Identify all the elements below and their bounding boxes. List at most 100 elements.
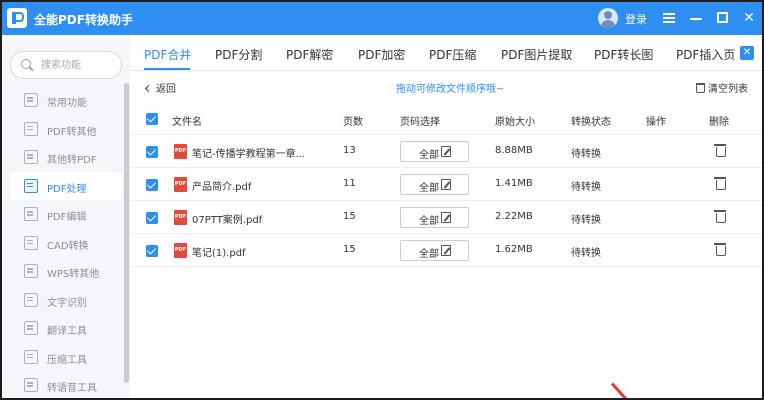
convert-status: 待转换 (571, 248, 601, 259)
sidebar-item-label: PDF处理 (47, 183, 87, 195)
app-window: 全能PDF转换助手 登录 ✕ 常用功能 PDF转其他 其他转PDF (0, 0, 764, 400)
ocr-icon (24, 292, 38, 307)
file-name: 07PTT案例.pdf (192, 215, 263, 226)
star-icon (24, 93, 38, 107)
title-bar: 全能PDF转换助手 登录 ✕ (2, 2, 762, 35)
back-label: 返回 (156, 84, 176, 95)
delete-icon[interactable] (714, 243, 726, 256)
search-input[interactable] (41, 57, 117, 73)
search-icon (21, 59, 33, 71)
table-row[interactable]: 产品简介.pdf 11 全部 1.41MB 待转换 (130, 168, 762, 201)
tab-pdf-insert-page[interactable]: PDF插入页 (676, 46, 735, 63)
app-title: 全能PDF转换助手 (34, 13, 133, 27)
sidebar-item-cad[interactable]: CAD转换 (10, 229, 122, 258)
delete-icon[interactable] (714, 177, 726, 190)
file-name: 笔记(1).pdf (192, 248, 246, 259)
sidebar-item-ocr[interactable]: 文字识别 (10, 286, 122, 315)
sidebar-item-pdf-process[interactable]: PDF处理 (10, 171, 122, 200)
col-pages: 页数 (343, 117, 363, 128)
active-tab-indicator (144, 68, 190, 70)
minimize-icon[interactable] (686, 8, 706, 28)
tool-tabs: PDF合并 PDF分割 PDF解密 PDF加密 PDF压缩 PDF图片提取 PD… (130, 35, 762, 71)
row-checkbox[interactable] (146, 146, 158, 158)
tab-pdf-compress[interactable]: PDF压缩 (429, 46, 476, 63)
edit-icon (441, 146, 451, 157)
sidebar-item-pdf-to-other[interactable]: PDF转其他 (10, 115, 122, 144)
file-size: 2.22MB (495, 211, 533, 222)
pdf-file-icon (174, 210, 187, 225)
sidebar-item-wps[interactable]: WPS转其他 (10, 257, 122, 286)
row-checkbox[interactable] (146, 212, 158, 224)
sidebar-nav: 常用功能 PDF转其他 其他转PDF PDF处理 PDF编辑 CAD转换 WPS… (10, 86, 122, 398)
pdf-export-icon (24, 121, 38, 136)
sidebar-item-label: WPS转其他 (47, 269, 100, 280)
pdf-import-icon (24, 150, 38, 164)
table-row[interactable]: 笔记(1).pdf 15 全部 1.62MB 待转换 (130, 234, 762, 267)
compress-icon (24, 349, 38, 364)
sidebar-item-pdf-edit[interactable]: PDF编辑 (10, 200, 122, 229)
file-name: 产品简介.pdf (192, 182, 252, 193)
sidebar-item-translate[interactable]: 翻译工具 (10, 314, 122, 343)
tab-pdf-decrypt[interactable]: PDF解密 (286, 46, 333, 63)
close-icon[interactable]: ✕ (739, 8, 759, 28)
page-count: 11 (343, 178, 356, 189)
sidebar-item-label: CAD转换 (47, 240, 89, 252)
sidebar-item-label: 文字识别 (47, 297, 87, 309)
main-panel: PDF合并 PDF分割 PDF解密 PDF加密 PDF压缩 PDF图片提取 PD… (130, 35, 762, 398)
pdf-file-icon (174, 177, 187, 192)
wps-icon (24, 264, 38, 278)
app-logo-icon (7, 8, 27, 28)
sidebar-scrollbar[interactable] (124, 83, 129, 383)
user-avatar-icon[interactable] (598, 8, 618, 28)
sidebar-item-label: 其他转PDF (47, 155, 97, 166)
tab-pdf-encrypt[interactable]: PDF加密 (358, 46, 405, 63)
clear-list-button[interactable]: 清空列表 (696, 80, 748, 95)
table-row[interactable]: 07PTT案例.pdf 15 全部 2.22MB 待转换 (130, 201, 762, 234)
pdf-file-icon (174, 144, 187, 159)
page-count: 13 (343, 145, 356, 156)
tab-pdf-image-extract[interactable]: PDF图片提取 (501, 46, 572, 63)
file-size: 1.62MB (495, 244, 533, 255)
page-select-button[interactable]: 全部 (400, 174, 469, 195)
page-select-label: 全部 (419, 216, 439, 227)
back-button[interactable]: 返回 (144, 80, 176, 95)
col-page-select: 页码选择 (400, 117, 440, 128)
select-all-checkbox[interactable] (146, 113, 158, 125)
table-header: 文件名 页数 页码选择 原始大小 转换状态 操作 删除 (130, 103, 762, 135)
row-checkbox[interactable] (146, 179, 158, 191)
trash-icon (696, 83, 705, 93)
sidebar-item-label: 转语音工具 (47, 383, 97, 394)
tab-pdf-split[interactable]: PDF分割 (215, 46, 262, 63)
tab-pdf-long-image[interactable]: PDF转长图 (594, 46, 653, 63)
cad-icon (24, 235, 38, 250)
convert-status: 待转换 (571, 149, 601, 160)
page-select-button[interactable]: 全部 (400, 141, 469, 162)
login-button[interactable]: 登录 (625, 11, 647, 27)
col-size: 原始大小 (495, 117, 535, 128)
sidebar-item-compress[interactable]: 压缩工具 (10, 343, 122, 372)
sidebar-item-other-to-pdf[interactable]: 其他转PDF (10, 143, 122, 172)
page-select-label: 全部 (419, 150, 439, 161)
sidebar-item-label: 压缩工具 (47, 354, 87, 366)
delete-icon[interactable] (714, 144, 726, 157)
sidebar-item-common[interactable]: 常用功能 (10, 86, 122, 115)
row-checkbox[interactable] (146, 245, 158, 257)
col-action: 操作 (646, 117, 666, 128)
menu-icon[interactable] (659, 8, 679, 28)
file-size: 8.88MB (495, 145, 533, 156)
close-tab-icon[interactable]: ✕ (740, 46, 754, 60)
toolbar: 返回 拖动可修改文件顺序哦~ 清空列表 (130, 72, 762, 100)
tab-pdf-merge[interactable]: PDF合并 (144, 46, 191, 63)
sidebar-item-label: PDF编辑 (47, 212, 87, 223)
page-select-button[interactable]: 全部 (400, 207, 469, 228)
table-row[interactable]: 笔记-传播学教程第一章... 13 全部 8.88MB 待转换 (130, 135, 762, 168)
sidebar-item-tts[interactable]: 转语音工具 (10, 371, 122, 398)
delete-icon[interactable] (714, 210, 726, 223)
translate-icon (24, 321, 38, 335)
convert-status: 待转换 (571, 215, 601, 226)
search-box[interactable] (10, 51, 122, 79)
pdf-process-icon (24, 178, 38, 193)
col-filename: 文件名 (172, 117, 202, 128)
maximize-icon[interactable] (713, 8, 733, 28)
page-select-button[interactable]: 全部 (400, 240, 469, 261)
